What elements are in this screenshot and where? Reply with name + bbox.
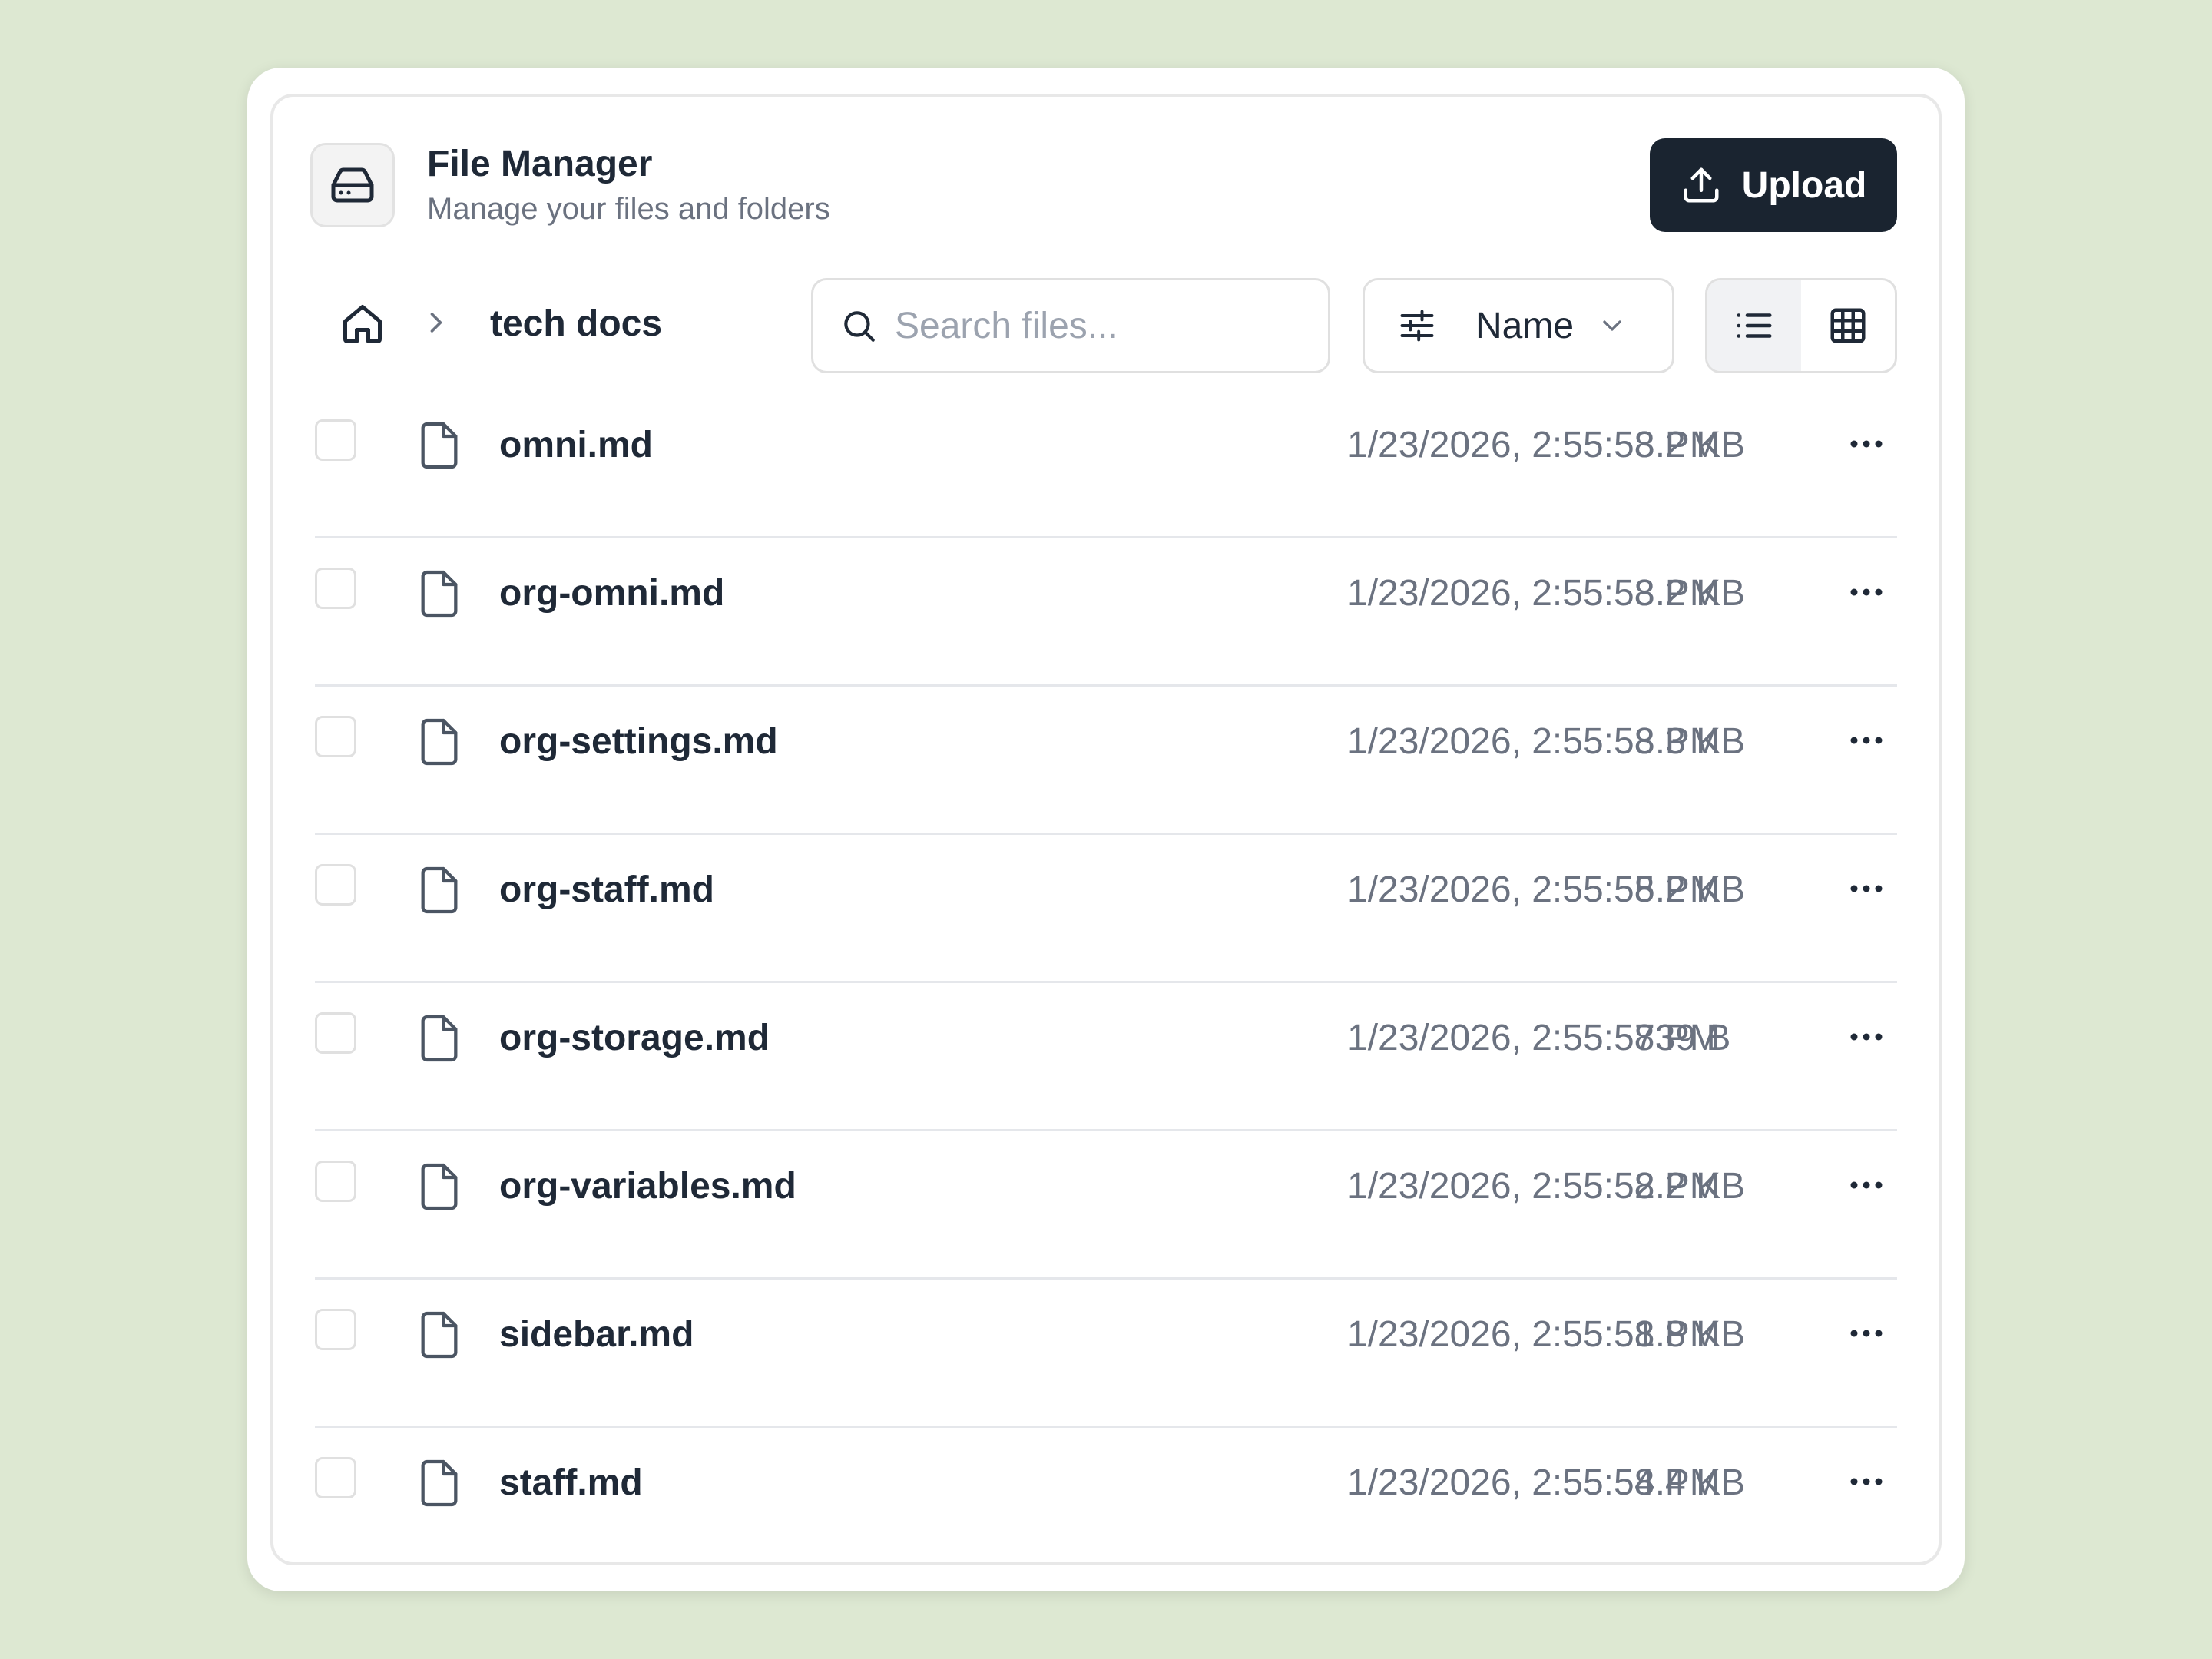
file-row[interactable]: org-settings.md 1/23/2026, 2:55:58 PM 3.…	[315, 687, 1897, 835]
page-subtitle: Manage your files and folders	[427, 192, 830, 226]
file-row[interactable]: staff.md 1/23/2026, 2:55:58 PM 4.4 KB	[315, 1428, 1897, 1576]
file-icon	[421, 1311, 458, 1359]
breadcrumb-current[interactable]: tech docs	[490, 303, 662, 345]
view-toggle	[1705, 278, 1897, 373]
row-checkbox[interactable]	[315, 419, 356, 461]
more-icon[interactable]	[1843, 1318, 1889, 1349]
file-size: 3.2 KB	[1634, 425, 1746, 465]
upload-icon	[1684, 167, 1719, 203]
grid-view-button[interactable]	[1801, 280, 1895, 371]
file-icon	[421, 718, 458, 766]
chevron-down-icon	[1603, 320, 1621, 331]
file-icon	[421, 1015, 458, 1062]
file-row[interactable]: omni.md 1/23/2026, 2:55:58 PM 3.2 KB	[315, 390, 1897, 538]
file-name[interactable]: org-settings.md	[499, 720, 778, 763]
toolbar: tech docs Name	[273, 278, 1939, 373]
row-checkbox[interactable]	[315, 1161, 356, 1202]
upload-label: Upload	[1741, 164, 1867, 206]
sliders-icon	[1400, 310, 1434, 342]
file-icon	[421, 866, 458, 914]
row-checkbox[interactable]	[315, 568, 356, 609]
file-row[interactable]: org-omni.md 1/23/2026, 2:55:58 PM 3.2 KB	[315, 538, 1897, 687]
row-checkbox[interactable]	[315, 716, 356, 757]
file-row[interactable]: sidebar.md 1/23/2026, 2:55:58 PM 1.8 KB	[315, 1280, 1897, 1428]
upload-button[interactable]: Upload	[1650, 138, 1897, 232]
search-input[interactable]	[895, 304, 1294, 347]
more-icon[interactable]	[1843, 1022, 1889, 1052]
file-manager-panel: File Manager Manage your files and folde…	[270, 94, 1942, 1565]
more-icon[interactable]	[1843, 725, 1889, 756]
search-box	[811, 278, 1330, 373]
file-name[interactable]: sidebar.md	[499, 1313, 694, 1356]
file-row[interactable]: org-staff.md 1/23/2026, 2:55:58 PM 5.2 K…	[315, 835, 1897, 983]
more-icon[interactable]	[1843, 1466, 1889, 1497]
row-checkbox[interactable]	[315, 1012, 356, 1054]
hard-drive-icon	[310, 143, 395, 227]
more-icon[interactable]	[1843, 873, 1889, 904]
file-size: 5.2 KB	[1634, 869, 1746, 910]
file-name[interactable]: org-storage.md	[499, 1017, 770, 1059]
row-checkbox[interactable]	[315, 1457, 356, 1498]
home-icon[interactable]	[339, 301, 386, 347]
grid-icon	[1830, 308, 1866, 343]
more-icon[interactable]	[1843, 577, 1889, 608]
row-checkbox[interactable]	[315, 1309, 356, 1350]
file-size: 1.8 KB	[1634, 1314, 1746, 1355]
file-size: 2.2 KB	[1634, 1166, 1746, 1207]
file-size: 4.4 KB	[1634, 1462, 1746, 1503]
file-row[interactable]: org-variables.md 1/23/2026, 2:55:58 PM 2…	[315, 1131, 1897, 1280]
file-name[interactable]: staff.md	[499, 1462, 643, 1504]
search-icon	[844, 311, 875, 342]
file-name[interactable]: org-variables.md	[499, 1165, 796, 1207]
file-name[interactable]: omni.md	[499, 424, 653, 466]
file-icon	[421, 1163, 458, 1210]
file-name[interactable]: org-staff.md	[499, 869, 714, 911]
chevron-right-icon	[430, 313, 442, 333]
sort-dropdown[interactable]: Name	[1363, 278, 1674, 373]
file-icon	[421, 422, 458, 469]
page-title: File Manager	[427, 144, 653, 184]
more-icon[interactable]	[1843, 429, 1889, 459]
list-icon	[1737, 313, 1772, 338]
file-row[interactable]: org-storage.md 1/23/2026, 2:55:58 PM 739…	[315, 983, 1897, 1131]
outer-card: File Manager Manage your files and folde…	[247, 68, 1965, 1591]
file-size: 739 B	[1634, 1018, 1731, 1058]
row-checkbox[interactable]	[315, 864, 356, 906]
more-icon[interactable]	[1843, 1170, 1889, 1200]
list-view-button[interactable]	[1707, 280, 1801, 371]
file-size: 3.2 KB	[1634, 573, 1746, 614]
file-name[interactable]: org-omni.md	[499, 572, 724, 614]
sort-label: Name	[1475, 305, 1575, 346]
file-icon	[421, 570, 458, 618]
file-list: omni.md 1/23/2026, 2:55:58 PM 3.2 KB org…	[315, 390, 1897, 1576]
file-icon	[421, 1459, 458, 1507]
file-size: 3.3 KB	[1634, 721, 1746, 762]
